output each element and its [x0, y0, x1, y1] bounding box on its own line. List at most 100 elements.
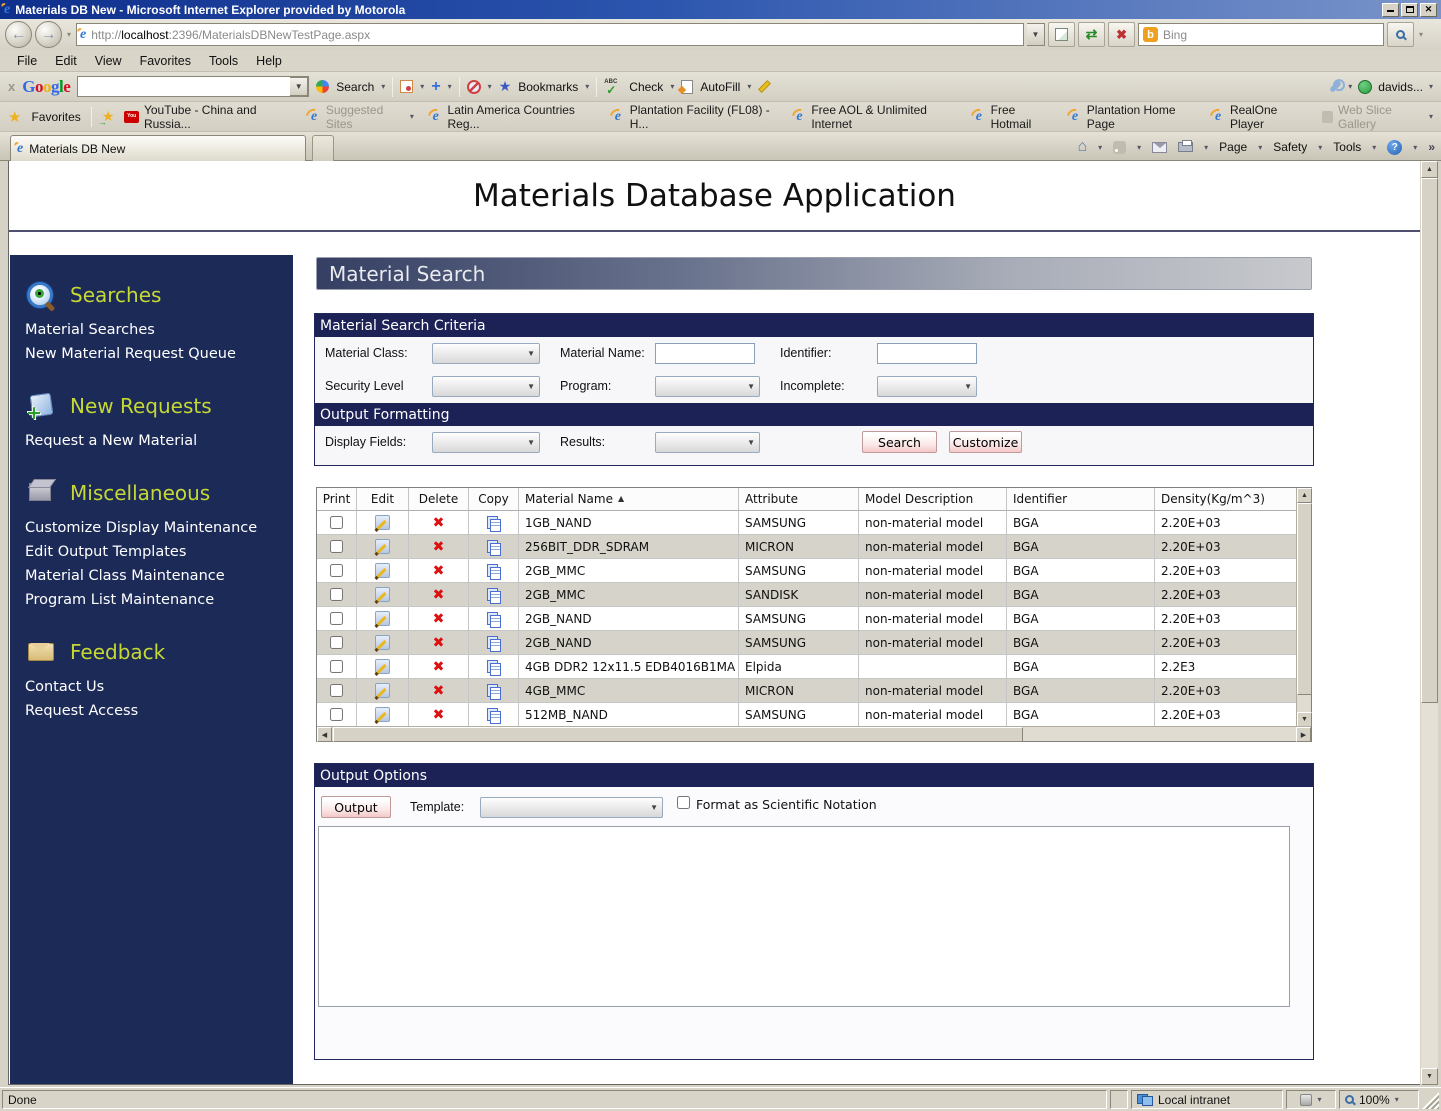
sidebar-link[interactable]: Program List Maintenance [25, 588, 293, 612]
menu-edit[interactable]: Edit [46, 54, 86, 68]
favorite-link[interactable]: e Plantation Facility (FL08) - H... [611, 103, 778, 131]
copy-icon[interactable] [487, 516, 500, 530]
scroll-up-icon[interactable]: ▲ [1421, 161, 1438, 178]
scrollbar-thumb[interactable] [1297, 503, 1312, 695]
template-select[interactable]: ▼ [480, 797, 663, 818]
sidebar-link[interactable]: New Material Request Queue [25, 342, 293, 366]
caret-icon[interactable]: ▾ [448, 82, 452, 91]
bookmarks-star-icon[interactable]: ★ [499, 78, 512, 95]
caret-icon[interactable]: ▾ [1137, 143, 1141, 152]
column-header[interactable]: Copy [469, 488, 519, 511]
output-button[interactable]: Output [321, 796, 391, 818]
google-search-caret-icon[interactable]: ▼ [290, 77, 308, 96]
scroll-left-icon[interactable]: ◀ [317, 727, 332, 742]
incomplete-select[interactable]: ▼ [877, 376, 977, 397]
account-menu[interactable]: davids... [1378, 80, 1423, 94]
delete-icon[interactable]: ✖ [433, 563, 445, 579]
refresh-button[interactable]: ⇄ [1078, 22, 1105, 47]
menu-help[interactable]: Help [247, 54, 291, 68]
print-checkbox[interactable] [330, 660, 343, 673]
favorite-link[interactable]: e Latin America Countries Reg... [429, 103, 596, 131]
autofill-icon[interactable] [681, 80, 693, 94]
favorite-link[interactable]: e Suggested Sites ▾ [307, 103, 414, 131]
scroll-up-icon[interactable]: ▲ [1297, 488, 1312, 503]
new-tab-button[interactable] [312, 135, 334, 161]
caret-icon[interactable]: ▾ [1429, 112, 1433, 121]
caret-icon[interactable]: ▾ [1372, 143, 1376, 152]
copy-icon[interactable] [487, 612, 500, 626]
column-header[interactable]: Delete [409, 488, 469, 511]
edit-icon[interactable] [375, 683, 390, 698]
column-header[interactable]: Identifier [1007, 488, 1155, 511]
sidebar-link[interactable]: Material Searches [25, 318, 293, 342]
copy-icon[interactable] [487, 540, 500, 554]
tab-materials-db-new[interactable]: e Materials DB New [10, 135, 306, 161]
check-button[interactable]: Check [629, 80, 663, 94]
delete-icon[interactable]: ✖ [433, 635, 445, 651]
highlighter-icon[interactable] [758, 80, 771, 93]
google-search-input[interactable]: ▼ [77, 76, 309, 97]
copy-icon[interactable] [487, 588, 500, 602]
identifier-input[interactable] [877, 343, 977, 364]
scroll-down-icon[interactable]: ▼ [1297, 712, 1312, 727]
url-dropdown-button[interactable]: ▼ [1027, 23, 1045, 46]
forward-button[interactable]: → [35, 21, 62, 48]
url-field[interactable]: e http://localhost:2396/MaterialsDBNewTe… [76, 23, 1024, 46]
help-icon[interactable]: ? [1387, 140, 1402, 155]
toolbar-settings-icon[interactable] [1329, 80, 1342, 93]
sidebar-link[interactable]: Material Class Maintenance [25, 564, 293, 588]
copy-icon[interactable] [487, 684, 500, 698]
scientific-notation-checkbox[interactable] [677, 796, 690, 809]
popup-blocker-icon[interactable] [467, 80, 481, 94]
print-checkbox[interactable] [330, 540, 343, 553]
copy-icon[interactable] [487, 636, 500, 650]
favorite-link[interactable]: e Free AOL & Unlimited Internet [793, 103, 957, 131]
search-options-caret-icon[interactable]: ▾ [1419, 30, 1423, 39]
maximize-button[interactable] [1401, 3, 1418, 17]
security-level-select[interactable]: ▼ [432, 376, 540, 397]
bookmarks-button[interactable]: Bookmarks [518, 80, 578, 94]
menu-view[interactable]: View [86, 54, 131, 68]
overflow-chevron-icon[interactable]: » [1428, 140, 1435, 154]
google-search-button[interactable]: Search [336, 80, 374, 94]
menu-favorites[interactable]: Favorites [131, 54, 200, 68]
delete-icon[interactable]: ✖ [433, 515, 445, 531]
print-checkbox[interactable] [330, 684, 343, 697]
caret-icon[interactable]: ▾ [488, 82, 492, 91]
menu-tools[interactable]: Tools [200, 54, 247, 68]
edit-icon[interactable] [375, 611, 390, 626]
autofill-button[interactable]: AutoFill [700, 80, 740, 94]
print-checkbox[interactable] [330, 708, 343, 721]
toolbar-close-button[interactable]: x [8, 79, 15, 94]
print-checkbox[interactable] [330, 588, 343, 601]
caret-icon[interactable]: ▾ [1258, 143, 1262, 152]
sidebar-link[interactable]: Edit Output Templates [25, 540, 293, 564]
search-button[interactable]: Search [862, 431, 937, 453]
home-icon[interactable]: ⌂ [1077, 139, 1087, 155]
sidebar-link[interactable]: Contact Us [25, 675, 293, 699]
material-class-select[interactable]: ▼ [432, 343, 540, 364]
resize-grip[interactable] [1422, 1092, 1439, 1109]
column-header[interactable]: Print [317, 488, 357, 511]
delete-icon[interactable]: ✖ [433, 707, 445, 723]
sidebar-link[interactable]: Request a New Material [25, 429, 293, 453]
close-button[interactable]: ✕ [1420, 3, 1437, 17]
compatibility-view-button[interactable] [1048, 22, 1075, 47]
print-checkbox[interactable] [330, 636, 343, 649]
delete-icon[interactable]: ✖ [433, 659, 445, 675]
protected-mode-indicator[interactable]: ▾ [1286, 1090, 1336, 1109]
program-select[interactable]: ▼ [655, 376, 760, 397]
material-name-input[interactable] [655, 343, 755, 364]
send-to-icon[interactable] [400, 80, 413, 93]
column-header[interactable]: Material Name▲ [519, 488, 739, 511]
delete-icon[interactable]: ✖ [433, 587, 445, 603]
output-textarea[interactable] [318, 826, 1290, 1007]
caret-icon[interactable]: ▾ [747, 82, 751, 91]
print-checkbox[interactable] [330, 516, 343, 529]
search-go-button[interactable] [1387, 22, 1414, 47]
table-horizontal-scrollbar[interactable]: ◀ ▶ [317, 726, 1311, 741]
delete-icon[interactable]: ✖ [433, 611, 445, 627]
scroll-right-icon[interactable]: ▶ [1296, 727, 1311, 742]
favorite-link[interactable]: Web Slice Gallery ▾ [1322, 103, 1433, 131]
favorite-link[interactable]: You YouTube - China and Russia... [124, 103, 292, 131]
